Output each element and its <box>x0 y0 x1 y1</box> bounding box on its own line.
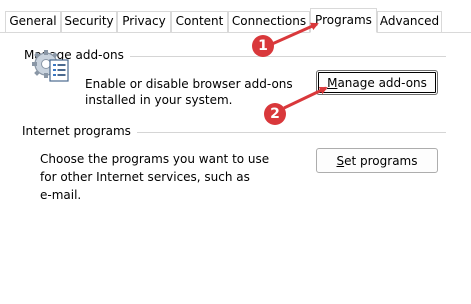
tab-privacy[interactable]: Privacy <box>117 11 171 32</box>
internet-programs-group-label: Internet programs <box>22 124 137 138</box>
gear-list-icon <box>32 50 69 82</box>
tab-strip: General Security Privacy Content Connect… <box>0 0 471 33</box>
tab-content[interactable]: Content <box>171 11 228 32</box>
tab-advanced[interactable]: Advanced <box>377 11 442 32</box>
tab-divider <box>0 32 471 33</box>
internet-programs-description-line1: Choose the programs you want to use <box>40 152 270 166</box>
tab-security[interactable]: Security <box>61 11 117 32</box>
manage-addons-description-line2: installed in your system. <box>85 93 233 107</box>
set-programs-button-accel: S <box>336 153 345 168</box>
tab-connections[interactable]: Connections <box>228 11 310 32</box>
manage-addons-description-line1: Enable or disable browser add-ons <box>85 77 293 91</box>
manage-addons-button[interactable]: Manage add-ons <box>316 70 438 95</box>
tab-general[interactable]: General <box>5 11 61 32</box>
internet-programs-description-line2: for other Internet services, such as <box>40 170 250 184</box>
step2-badge: 2 <box>264 103 286 125</box>
manage-addons-button-label: anage add-ons <box>337 75 427 90</box>
internet-programs-description-line3: e-mail. <box>40 188 82 202</box>
set-programs-button[interactable]: Set programs <box>316 148 438 173</box>
manage-addons-button-accel: M <box>327 75 338 90</box>
set-programs-button-label: et programs <box>344 153 418 168</box>
tab-programs[interactable]: Programs <box>310 8 377 33</box>
internet-options-programs-tab: General Security Privacy Content Connect… <box>0 0 471 304</box>
step1-badge: 1 <box>252 35 274 57</box>
programs-panel: Manage add-ons Enable or disable browser… <box>0 33 471 304</box>
